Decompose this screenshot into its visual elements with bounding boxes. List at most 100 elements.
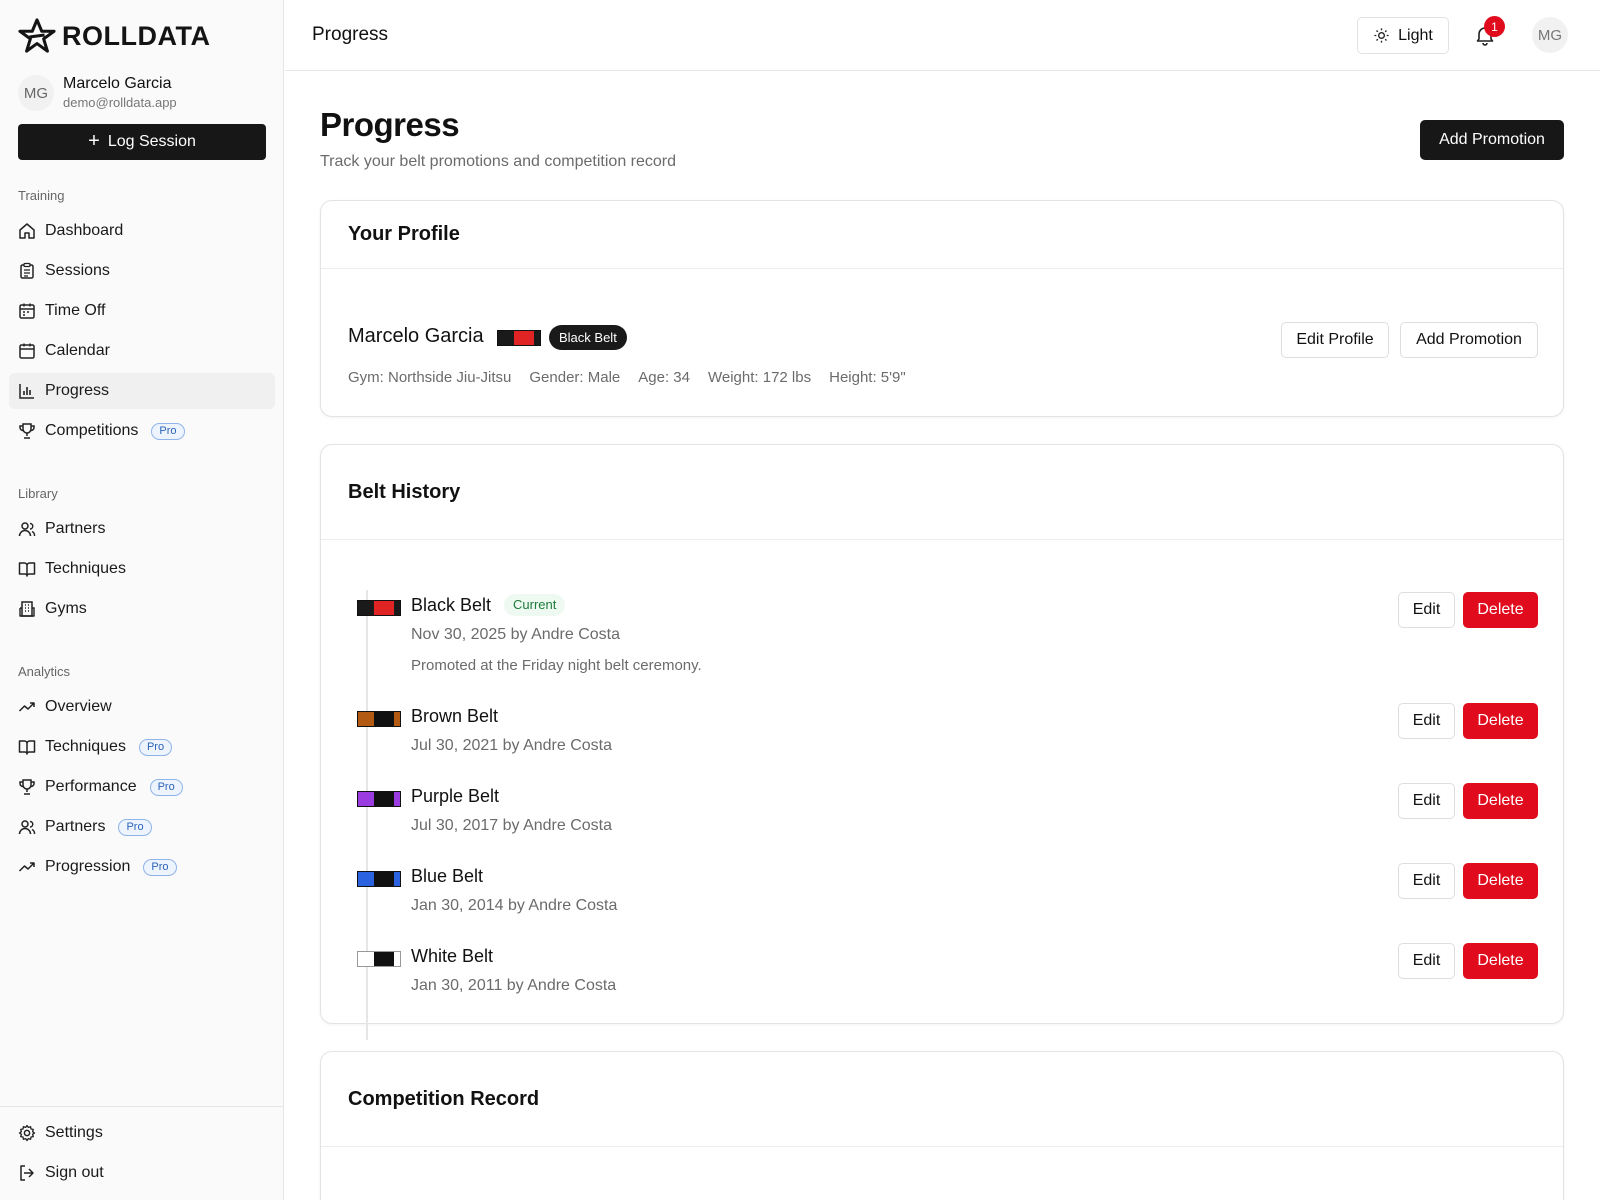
belt-color-segment: [358, 601, 374, 615]
belt-name: Brown Belt: [411, 706, 499, 726]
belt-history-card: Belt History Black Belt Current Nov 30, …: [320, 444, 1564, 1040]
theme-toggle-button[interactable]: Light: [1357, 17, 1449, 54]
belt-rank-bar: [374, 952, 394, 966]
sidebar-item-label: Dashboard: [45, 222, 124, 239]
profile-gym: Gym: Northside Jiu-Jitsu: [348, 369, 512, 386]
sidebar-item-gyms[interactable]: Gyms: [9, 591, 275, 627]
belt-name: Blue Belt: [411, 866, 484, 886]
belt-rank-bar: [374, 792, 394, 806]
edit-button[interactable]: Edit: [1398, 943, 1455, 979]
edit-profile-button[interactable]: Edit Profile: [1281, 322, 1389, 358]
sidebar-item-label: Progress: [45, 382, 110, 399]
sidebar-item-overview[interactable]: Overview: [9, 689, 275, 725]
belt-color-segment: [534, 331, 540, 345]
sidebar-item-label: Techniques: [45, 560, 126, 577]
log-session-button[interactable]: + Log Session: [18, 124, 266, 160]
sun-icon: [1374, 28, 1389, 43]
sidebar-item-analytics-techniques[interactable]: Techniques Pro: [9, 729, 275, 765]
section-label-library: Library: [18, 486, 58, 501]
sidebar: ROLLDATA MG Marcelo Garcia demo@rolldata…: [0, 0, 284, 1200]
sidebar-item-competitions[interactable]: Competitions Pro: [9, 413, 275, 449]
sidebar-item-label: Partners: [45, 818, 106, 835]
sign-out-icon: [20, 1165, 34, 1181]
delete-button[interactable]: Delete: [1463, 783, 1538, 819]
edit-button[interactable]: Edit: [1398, 783, 1455, 819]
header-avatar[interactable]: MG: [1532, 17, 1568, 53]
user-email: demo@rolldata.app: [63, 95, 177, 110]
sidebar-item-sessions[interactable]: Sessions: [9, 253, 275, 289]
user-card[interactable]: MG Marcelo Garcia demo@rolldata.app: [18, 74, 177, 112]
sidebar-item-label: Gyms: [45, 600, 87, 617]
add-promotion-secondary-button[interactable]: Add Promotion: [1400, 322, 1538, 358]
profile-gender: Gender: Male: [529, 369, 621, 386]
bar-chart-icon: [19, 384, 34, 399]
sidebar-item-label: Progression: [45, 858, 131, 875]
sidebar-item-label: Partners: [45, 520, 106, 537]
header-title: Progress: [312, 24, 389, 45]
sidebar-item-partners[interactable]: Partners: [9, 511, 275, 547]
sidebar-item-dashboard[interactable]: Dashboard: [9, 213, 275, 249]
top-header: Progress Light 1 MG: [285, 0, 1600, 71]
sidebar-item-time-off[interactable]: Time Off: [9, 293, 275, 329]
delete-button[interactable]: Delete: [1463, 592, 1538, 628]
edit-button[interactable]: Edit: [1398, 592, 1455, 628]
belt-color-segment: [394, 952, 400, 966]
brand-logo[interactable]: ROLLDATA: [18, 18, 210, 54]
sidebar-item-calendar[interactable]: Calendar: [9, 333, 275, 369]
delete-button[interactable]: Delete: [1463, 703, 1538, 739]
sidebar-item-label: Settings: [45, 1124, 103, 1141]
competition-heading: Competition Record: [321, 1052, 1563, 1147]
belt-date: Jul 30, 2017 by Andre Costa: [411, 817, 613, 834]
sidebar-item-analytics-partners[interactable]: Partners Pro: [9, 809, 275, 845]
trend-icon: [18, 862, 35, 872]
page-subtitle: Track your belt promotions and competiti…: [320, 153, 677, 170]
profile-card-heading: Your Profile: [321, 201, 1563, 269]
profile-card: Your Profile Marcelo Garcia Black Belt E…: [320, 200, 1564, 417]
section-label-analytics: Analytics: [18, 664, 71, 679]
add-promotion-button[interactable]: Add Promotion: [1420, 120, 1564, 160]
calendar-icon: [19, 343, 35, 359]
pro-badge: Pro: [118, 818, 152, 836]
user-name: Marcelo Garcia: [63, 75, 172, 92]
trophy-icon: [19, 423, 35, 439]
sidebar-item-label: Sessions: [45, 262, 110, 279]
home-icon: [19, 223, 35, 239]
building-icon: [19, 601, 35, 617]
edit-button[interactable]: Edit: [1398, 863, 1455, 899]
plus-icon: +: [88, 130, 100, 152]
sidebar-item-sign-out[interactable]: Sign out: [9, 1155, 275, 1191]
belt-color-segment: [358, 952, 374, 966]
belt-color-segment: [394, 601, 400, 615]
delete-button[interactable]: Delete: [1463, 863, 1538, 899]
brand-name: ROLLDATA: [62, 20, 211, 51]
belt-swatch-icon: [357, 600, 401, 616]
belt-swatch-icon: [357, 871, 401, 887]
trophy-icon: [19, 779, 35, 795]
gear-icon: [18, 1124, 36, 1142]
belt-name: White Belt: [411, 946, 494, 966]
sidebar-item-label: Overview: [45, 698, 112, 715]
belt-date: Jan 30, 2014 by Andre Costa: [411, 897, 618, 914]
section-label-training: Training: [18, 188, 65, 203]
log-session-label: Log Session: [107, 133, 196, 150]
sidebar-item-label: Techniques: [45, 738, 126, 755]
belt-color-segment: [358, 712, 374, 726]
page-title: Progress: [320, 106, 460, 143]
sidebar-item-label: Time Off: [45, 302, 106, 319]
sidebar-item-settings[interactable]: Settings: [9, 1115, 275, 1151]
belt-name: Black Belt: [411, 595, 492, 615]
belt-rank-bar: [514, 331, 534, 345]
pro-badge: Pro: [143, 858, 177, 876]
theme-label: Light: [1398, 26, 1433, 44]
belt-badge: Black Belt: [549, 325, 627, 350]
delete-button[interactable]: Delete: [1463, 943, 1538, 979]
sidebar-item-performance[interactable]: Performance Pro: [9, 769, 275, 805]
pro-badge: Pro: [151, 422, 185, 440]
belt-date: Jul 30, 2021 by Andre Costa: [411, 737, 613, 754]
edit-button[interactable]: Edit: [1398, 703, 1455, 739]
belt-name: Purple Belt: [411, 786, 500, 806]
sidebar-item-progression[interactable]: Progression Pro: [9, 849, 275, 885]
calendar-off-icon: [19, 303, 35, 319]
sidebar-item-progress[interactable]: Progress: [9, 373, 275, 409]
sidebar-item-techniques[interactable]: Techniques: [9, 551, 275, 587]
